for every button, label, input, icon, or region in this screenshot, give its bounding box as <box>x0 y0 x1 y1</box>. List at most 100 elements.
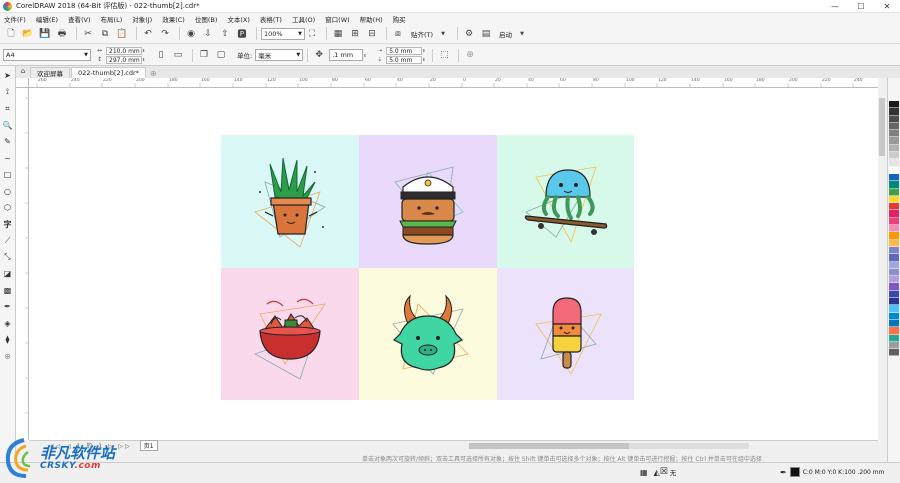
open-icon[interactable]: 📂 <box>21 27 35 41</box>
color-swatch[interactable] <box>889 305 899 313</box>
export-icon[interactable]: ⇧ <box>218 27 232 41</box>
color-swatch[interactable] <box>889 254 899 262</box>
color-swatch[interactable] <box>889 159 899 167</box>
color-swatch[interactable] <box>889 319 899 328</box>
menu-file[interactable]: 文件(F) <box>4 14 26 24</box>
parallel-dimension-icon[interactable]: ⟋ <box>1 234 14 247</box>
color-swatch[interactable] <box>889 349 899 357</box>
drawing-canvas[interactable] <box>29 88 878 440</box>
horizontal-scrollbar[interactable] <box>469 443 749 449</box>
vertical-scrollbar[interactable] <box>878 88 886 440</box>
close-button[interactable]: ✕ <box>874 0 900 13</box>
show-grid-icon[interactable]: ⊞ <box>348 27 362 41</box>
page-width-input[interactable]: 210.0 mm <box>106 46 142 55</box>
menu-table[interactable]: 表格(T) <box>260 14 282 24</box>
page-frame-icon[interactable]: ⬚ <box>437 48 451 62</box>
ruler-origin[interactable] <box>16 78 29 88</box>
color-swatch[interactable] <box>889 137 899 145</box>
show-guidelines-icon[interactable]: ⊟ <box>365 27 379 41</box>
page-height-input[interactable]: 297.0 mm <box>106 55 142 64</box>
dup-y-input[interactable]: 5.0 mm <box>386 55 423 64</box>
shape-tool-icon[interactable]: ⟟ <box>1 86 14 99</box>
fill-indicator[interactable]: ▦ ◭ ☒ 无 <box>640 467 676 477</box>
ellipse-tool-icon[interactable]: ○ <box>1 185 14 198</box>
menu-object[interactable]: 对象(J) <box>132 14 152 24</box>
menu-tools[interactable]: 工具(O) <box>292 14 315 24</box>
menu-bitmaps[interactable]: 位图(B) <box>195 14 218 24</box>
color-swatch[interactable] <box>889 217 899 226</box>
color-swatch[interactable] <box>889 268 899 277</box>
polygon-tool-icon[interactable]: ⬡ <box>1 201 14 214</box>
color-swatch[interactable] <box>889 225 899 233</box>
scroll-thumb[interactable] <box>469 443 629 449</box>
save-icon[interactable]: 💾 <box>38 27 52 41</box>
zoom-level-select[interactable]: 100% ▼ <box>261 27 305 40</box>
redo-icon[interactable]: ↷ <box>158 27 172 41</box>
snap-to-button[interactable]: 贴齐(T) <box>411 29 433 39</box>
spin-icon[interactable]: ⬍ <box>363 53 369 58</box>
launch-button[interactable]: 启动 <box>499 29 512 39</box>
pick-tool-icon[interactable]: ➤ <box>1 69 14 82</box>
tab-document[interactable]: 022-thumb[2].cdr* <box>71 67 146 78</box>
freehand-tool-icon[interactable]: ✎ <box>1 135 14 148</box>
app-launcher-icon[interactable]: ▤ <box>479 27 493 41</box>
color-swatch[interactable] <box>889 181 899 189</box>
color-swatch[interactable] <box>889 290 899 299</box>
spin-icon[interactable]: ⬍ <box>142 57 148 62</box>
units-select[interactable]: 毫米 ▼ <box>255 49 304 61</box>
transparency-icon[interactable]: ▩ <box>1 284 14 297</box>
crop-tool-icon[interactable]: ⌗ <box>1 102 14 115</box>
maximize-button[interactable]: ☐ <box>848 0 874 13</box>
horizontal-ruler[interactable]: 260 240 220 200 180 160 140 120 100 80 60 40 20 0 20 40… <box>29 78 878 88</box>
spin-icon[interactable]: ⬍ <box>142 48 148 53</box>
vertical-ruler[interactable] <box>16 88 29 440</box>
color-swatch[interactable] <box>889 195 899 204</box>
color-swatch[interactable] <box>889 298 899 306</box>
portrait-icon[interactable]: ▯ <box>154 48 168 62</box>
page-tab[interactable]: 页1 <box>139 440 158 451</box>
show-rulers-icon[interactable]: ▦ <box>331 27 345 41</box>
import-icon[interactable]: ⇩ <box>201 27 215 41</box>
smart-fill-icon[interactable]: ⧫ <box>1 333 14 346</box>
color-swatch[interactable] <box>889 312 899 320</box>
menu-window[interactable]: 窗口(W) <box>325 14 350 24</box>
dup-x-input[interactable]: 5.0 mm <box>386 46 423 55</box>
color-swatch[interactable] <box>889 232 899 240</box>
minimize-button[interactable]: — <box>822 0 848 13</box>
new-tab-icon[interactable]: ⊕ <box>150 69 157 78</box>
all-pages-icon[interactable]: ❐ <box>197 48 211 62</box>
menu-help[interactable]: 帮助(H) <box>360 14 383 24</box>
current-page-icon[interactable]: ▢ <box>214 48 228 62</box>
paste-icon[interactable]: 📋 <box>115 27 129 41</box>
cell-popsicle[interactable] <box>497 268 634 400</box>
undo-icon[interactable]: ↶ <box>141 27 155 41</box>
print-icon[interactable]: 🖶 <box>55 27 69 41</box>
color-swatch[interactable] <box>889 122 899 131</box>
color-swatch[interactable] <box>889 261 899 269</box>
home-icon[interactable]: ⌂ <box>18 64 28 78</box>
color-swatch[interactable] <box>889 239 899 247</box>
color-swatch[interactable] <box>889 115 899 123</box>
scroll-thumb[interactable] <box>879 98 885 156</box>
tab-welcome-screen[interactable]: 欢迎屏幕 <box>30 67 70 78</box>
color-swatch[interactable] <box>889 130 899 138</box>
options-gear-icon[interactable]: ⚙ <box>462 27 476 41</box>
color-swatch[interactable] <box>889 166 899 174</box>
eyedropper-icon[interactable]: ✒ <box>1 300 14 313</box>
rectangle-tool-icon[interactable]: □ <box>1 168 14 181</box>
menu-layout[interactable]: 布局(L) <box>101 14 123 24</box>
color-swatch[interactable] <box>889 108 899 116</box>
color-swatch[interactable] <box>889 188 899 196</box>
snap-icon[interactable]: ⧈ <box>391 27 405 41</box>
cut-icon[interactable]: ✂ <box>81 27 95 41</box>
copy-icon[interactable]: ⧉ <box>98 27 112 41</box>
color-swatch[interactable] <box>889 327 899 335</box>
spin-icon[interactable]: ⬍ <box>422 57 428 62</box>
menu-edit[interactable]: 编辑(E) <box>36 14 58 24</box>
new-document-icon[interactable]: 🗋 <box>4 27 18 41</box>
connector-tool-icon[interactable]: ⤡ <box>1 251 14 264</box>
color-swatch[interactable] <box>889 144 899 153</box>
chevron-down-icon[interactable]: ▼ <box>436 27 450 41</box>
color-swatch[interactable] <box>889 203 899 211</box>
publish-pdf-icon[interactable]: 🅿 <box>235 27 249 41</box>
